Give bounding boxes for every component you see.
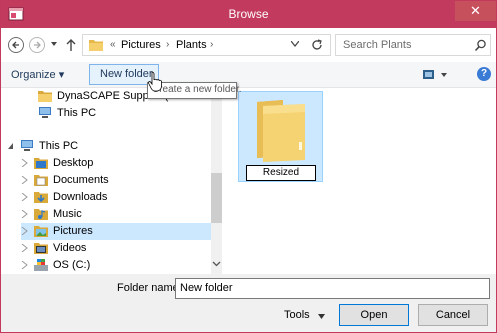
folder-icon: [38, 91, 52, 102]
mouse-cursor-icon: [148, 71, 162, 92]
navigation-bar: « Pictures › Plants › Search Plants: [1, 28, 496, 62]
chevron-down-icon[interactable]: [318, 314, 325, 319]
refresh-icon[interactable]: [310, 38, 324, 52]
chevron-down-icon[interactable]: [291, 41, 299, 47]
new-folder-label: New folder: [100, 68, 153, 80]
organize-menu-button[interactable]: Organize ▾: [11, 68, 64, 81]
cancel-button[interactable]: Cancel: [418, 304, 488, 326]
collapsed-chevron-icon[interactable]: [21, 193, 28, 201]
browse-dialog: Browse ✕ « Pictures › Plants › Search Pl…: [0, 0, 497, 333]
search-placeholder: Search Plants: [343, 39, 412, 51]
folder-name-value: New folder: [180, 282, 233, 294]
collapsed-chevron-icon[interactable]: [21, 176, 28, 184]
large-folder-icon: [257, 100, 305, 162]
navigation-scrollbar[interactable]: [211, 88, 222, 274]
navigation-pane[interactable]: DynaSCAPE Support ( This PC This PC Desk…: [1, 88, 222, 274]
file-list-area[interactable]: Resized: [222, 88, 496, 274]
forward-arrow-icon: [34, 41, 41, 49]
new-folder-item[interactable]: Resized: [238, 91, 323, 182]
address-bar[interactable]: « Pictures › Plants ›: [82, 34, 331, 56]
title-bar[interactable]: Browse ✕: [1, 1, 496, 28]
collapsed-chevron-icon[interactable]: [21, 159, 28, 167]
tools-menu-button[interactable]: Tools: [284, 309, 310, 321]
scrollbar-thumb[interactable]: [211, 173, 222, 223]
computer-icon: [21, 140, 33, 151]
collapsed-chevron-icon[interactable]: [21, 227, 28, 235]
collapsed-chevron-icon[interactable]: [21, 244, 28, 252]
recent-locations-chevron-icon[interactable]: [49, 39, 59, 49]
desktop-folder-icon: [34, 158, 48, 169]
search-icon[interactable]: [474, 39, 487, 52]
up-arrow-icon[interactable]: [65, 37, 77, 53]
window-title: Browse: [228, 7, 269, 21]
videos-folder-icon: [34, 243, 48, 254]
dialog-footer: Folder name: New folder Tools Open Cance…: [1, 274, 496, 332]
folder-icon: [89, 40, 103, 51]
change-view-icon[interactable]: [421, 67, 451, 83]
expanded-chevron-icon[interactable]: [7, 142, 14, 150]
folder-name-label: Folder name:: [117, 282, 182, 294]
help-icon[interactable]: ?: [477, 67, 491, 81]
close-button[interactable]: ✕: [455, 1, 496, 21]
downloads-folder-icon: [34, 192, 48, 203]
collapsed-chevron-icon[interactable]: [21, 210, 28, 218]
scroll-down-icon[interactable]: [212, 259, 221, 268]
address-overflow[interactable]: «: [110, 39, 116, 50]
folder-name-field[interactable]: New folder: [175, 278, 490, 299]
collapsed-chevron-icon[interactable]: [21, 261, 28, 269]
breadcrumb-separator[interactable]: ›: [166, 39, 169, 50]
open-button[interactable]: Open: [339, 304, 409, 326]
drive-icon: [34, 259, 48, 271]
close-icon: ✕: [470, 3, 481, 18]
computer-icon: [39, 107, 51, 118]
search-input[interactable]: Search Plants: [335, 34, 491, 56]
documents-folder-icon: [34, 175, 48, 186]
breadcrumb-pictures[interactable]: Pictures: [121, 39, 161, 51]
selected-row-highlight: [21, 223, 211, 240]
breadcrumb-plants[interactable]: Plants: [176, 39, 207, 51]
pictures-folder-icon: [34, 226, 48, 237]
breadcrumb-separator[interactable]: ›: [210, 39, 213, 50]
command-bar: Organize ▾ New folder ?: [1, 62, 496, 88]
music-folder-icon: [34, 209, 48, 220]
forward-button[interactable]: [29, 37, 45, 53]
back-arrow-icon: [12, 41, 19, 49]
folder-rename-input[interactable]: Resized: [246, 165, 316, 181]
back-button[interactable]: [8, 37, 24, 53]
